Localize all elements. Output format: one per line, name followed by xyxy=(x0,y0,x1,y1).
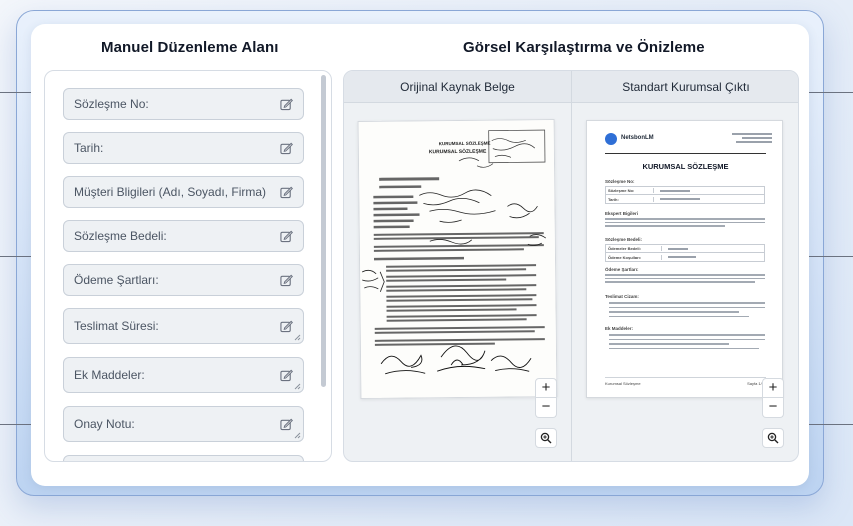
approval-note-field[interactable]: Onay Notu: xyxy=(63,406,304,442)
output-doc-header: Standart Kurumsal Çıktı xyxy=(572,71,798,103)
original-doc-label: Orijinal Kaynak Belge xyxy=(400,79,515,94)
delivery-time-placeholder: Teslimat Süresi: xyxy=(74,319,159,333)
header-rule xyxy=(605,153,766,154)
edit-icon[interactable] xyxy=(280,230,293,243)
output-zoom-fit-button[interactable] xyxy=(762,428,784,448)
resize-grip-icon[interactable] xyxy=(294,383,301,390)
section-title: Ödeme Şartları: xyxy=(605,267,639,272)
edit-icon[interactable] xyxy=(280,274,293,287)
section-title: Ekspert Bigileri xyxy=(605,211,639,216)
approval-note-placeholder: Onay Notu: xyxy=(74,417,135,431)
edit-icon[interactable] xyxy=(280,418,293,431)
address-block xyxy=(732,133,772,143)
scan-heading-1: KURUMSAL SÖZLEŞME xyxy=(439,140,491,147)
column-divider xyxy=(571,71,572,461)
customer-info-field[interactable]: Müşteri Bligileri (Adı, Soyadı, Firma) xyxy=(63,176,304,208)
output-doc-label: Standart Kurumsal Çıktı xyxy=(622,79,750,94)
output-zoom-in-button[interactable]: + xyxy=(762,378,784,398)
edit-icon[interactable] xyxy=(280,98,293,111)
original-zoom-out-button[interactable]: − xyxy=(535,398,557,418)
section-title: Sözleşme No: xyxy=(605,179,635,184)
original-doc-header: Orijinal Kaynak Belge xyxy=(344,71,571,103)
edit-icon[interactable] xyxy=(280,142,293,155)
table-row: Ödeme Koşulları: xyxy=(606,254,662,260)
scanned-document-image: KURUMSAL SÖZLEŞME KURUMSAL SÖZLEŞME xyxy=(358,119,558,400)
date-placeholder: Tarih: xyxy=(74,141,104,155)
original-document-preview[interactable]: KURUMSAL SÖZLEŞME KURUMSAL SÖZLEŞME xyxy=(357,118,558,400)
payment-terms-field[interactable]: Ödeme Şartları: xyxy=(63,264,304,296)
extra-clauses-field[interactable]: Ek Maddeler: xyxy=(63,357,304,393)
zoom-magnifier-icon xyxy=(767,432,779,444)
footer-left: Kurumsal Sözleşme xyxy=(605,381,641,386)
extra-clauses-placeholder: Ek Maddeler: xyxy=(74,368,145,382)
section-title: Ek Maddeler: xyxy=(605,326,634,331)
payment-terms-placeholder: Ödeme Şartları: xyxy=(74,273,159,287)
manual-edit-title: Manuel Düzenleme Alanı xyxy=(101,39,279,56)
section-title: Teslimat Cizam: xyxy=(605,294,639,299)
comparison-title: Görsel Karşılaştırma ve Önizleme xyxy=(463,39,705,56)
contract-amount-placeholder: Sözleşme Bedeli: xyxy=(74,229,167,243)
delivery-time-field[interactable]: Teslimat Süresi: xyxy=(63,308,304,344)
table-row: Tarih: xyxy=(606,196,654,202)
next-field-partial[interactable] xyxy=(63,455,304,461)
contract-no-placeholder: Sözleşme No: xyxy=(74,97,149,111)
customer-info-placeholder: Müşteri Bligileri (Adı, Soyadı, Firma) xyxy=(74,185,267,199)
manual-edit-panel: Sözleşme No: Tarih: Müşteri Bligileri (A… xyxy=(44,70,332,462)
edit-icon[interactable] xyxy=(280,320,293,333)
output-zoom-out-button[interactable]: − xyxy=(762,398,784,418)
zoom-magnifier-icon xyxy=(540,432,552,444)
table-row: Sözleşme No: xyxy=(606,188,654,193)
numbered-list xyxy=(609,334,765,350)
contract-amount-field[interactable]: Sözleşme Bedeli: xyxy=(63,220,304,252)
output-document-preview[interactable]: NetsbonLM KURUMSAL SÖZLEŞME Sözleşme No:… xyxy=(586,120,783,398)
original-zoom-in-button[interactable]: + xyxy=(535,378,557,398)
output-doc-title: KURUMSAL SÖZLEŞME xyxy=(642,162,729,171)
footer-rule xyxy=(605,377,766,378)
date-field[interactable]: Tarih: xyxy=(63,132,304,164)
brand-name: NetsbonLM xyxy=(621,135,654,141)
left-scrollbar[interactable] xyxy=(321,75,326,387)
paragraph xyxy=(605,218,765,227)
bullet-list xyxy=(609,302,765,318)
comparison-panel: Orijinal Kaynak Belge Standart Kurumsal … xyxy=(343,70,799,462)
edit-icon[interactable] xyxy=(280,186,293,199)
paragraph xyxy=(605,274,765,283)
resize-grip-icon[interactable] xyxy=(294,432,301,439)
section-title: Sözleşme Bedeli: xyxy=(605,237,643,242)
edit-icon[interactable] xyxy=(280,369,293,382)
contract-no-field[interactable]: Sözleşme No: xyxy=(63,88,304,120)
table-row: Ödemeler Bedeli: xyxy=(606,246,662,251)
scan-heading-2: KURUMSAL SÖZLEŞME xyxy=(429,148,487,156)
amount-table: Ödemeler Bedeli: Ödeme Koşulları: xyxy=(605,244,765,262)
brand-logo-icon xyxy=(605,133,617,145)
contract-table: Sözleşme No: Tarih: xyxy=(605,186,765,204)
original-zoom-fit-button[interactable] xyxy=(535,428,557,448)
resize-grip-icon[interactable] xyxy=(294,334,301,341)
